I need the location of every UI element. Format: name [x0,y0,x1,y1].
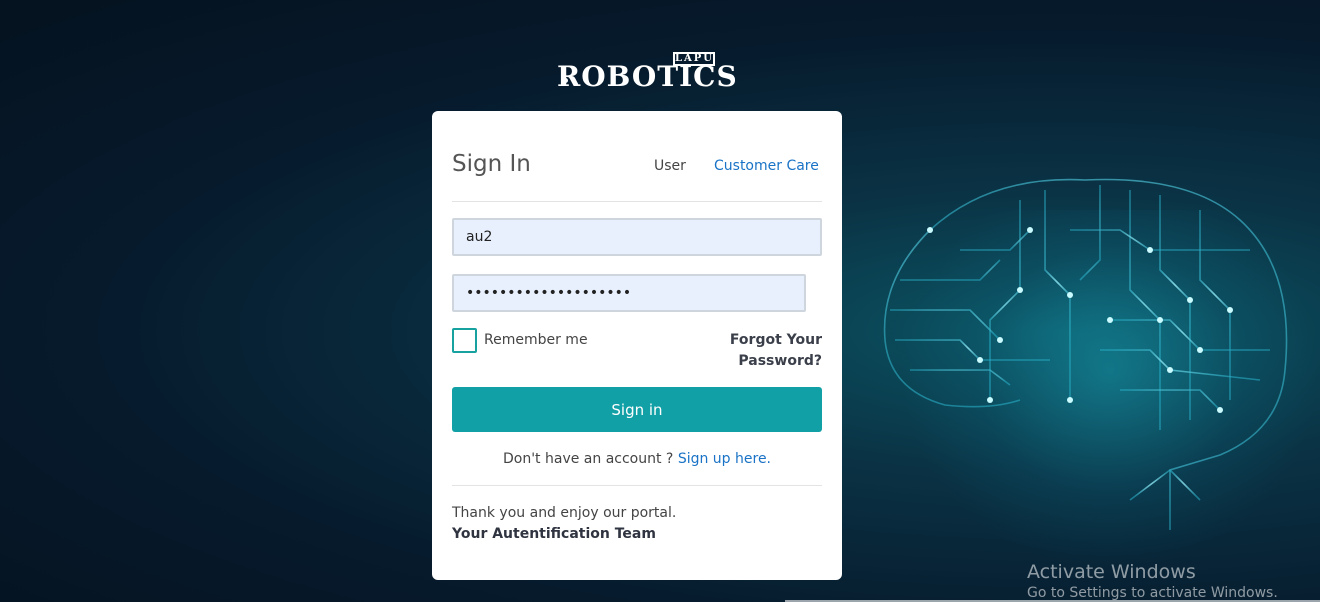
activate-windows-subtitle: Go to Settings to activate Windows. [1027,585,1278,601]
forgot-password-link[interactable]: Forgot Your Password? [712,330,822,372]
logo-dot [561,66,566,71]
sign-up-link[interactable]: Sign up here. [678,451,771,467]
page-title: Sign In [452,151,531,177]
remember-me-checkbox[interactable] [452,328,477,353]
divider [452,201,822,202]
sign-in-button[interactable]: Sign in [452,387,822,432]
circuit-brain-icon [883,178,1288,530]
team-signature: Your Autentification Team [452,526,656,542]
activate-windows-title: Activate Windows [1027,561,1196,583]
username-field[interactable]: au2 [452,218,822,256]
thanks-text: Thank you and enjoy our portal. [452,505,677,521]
signup-prompt: Don't have an account ? Sign up here. [432,451,842,467]
logo-wordmark: ROBOTICS [557,60,738,93]
no-account-text: Don't have an account ? [502,451,678,467]
tab-customer-care[interactable]: Customer Care [714,158,819,174]
divider [452,485,822,486]
robotics-logo-icon: LAPU ROBOTICS [555,50,737,95]
remember-me-label: Remember me [484,332,588,348]
logo-dot [563,78,568,83]
password-field[interactable]: •••••••••••••••••••• [452,274,806,312]
tab-user[interactable]: User [654,158,686,174]
signin-card: Sign In User Customer Care au2 •••••••••… [432,111,842,580]
